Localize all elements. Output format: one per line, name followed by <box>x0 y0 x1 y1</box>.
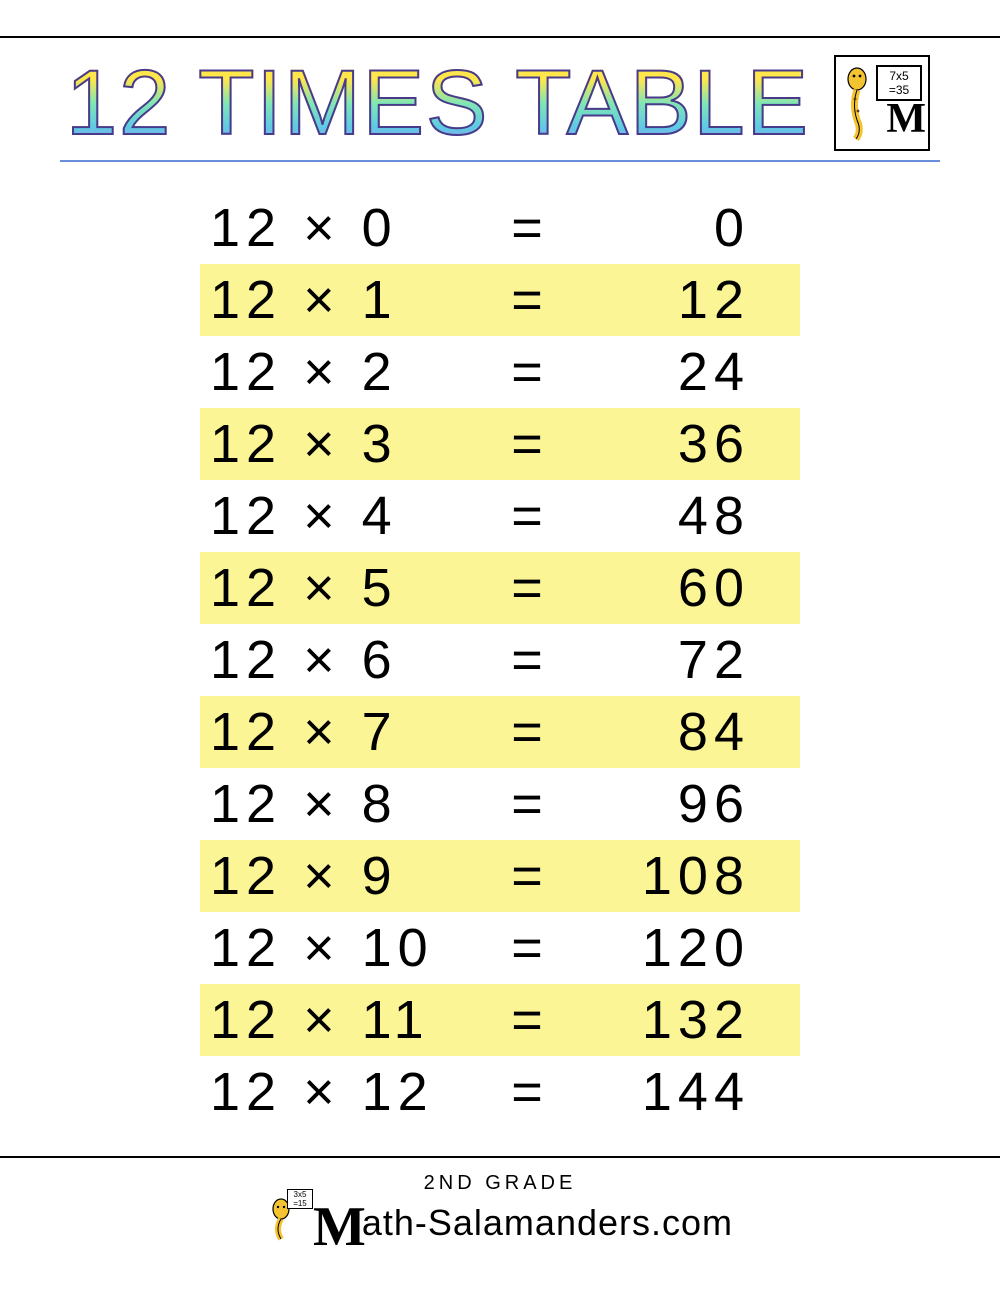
equals-sign: = <box>480 773 580 835</box>
header-underline <box>60 160 940 162</box>
expression: 12 × 7 <box>200 701 480 763</box>
equals-sign: = <box>480 341 580 403</box>
table-row: 12 × 7=84 <box>200 696 800 768</box>
equals-sign: = <box>480 629 580 691</box>
footer-m-icon: M <box>313 1195 356 1259</box>
result: 84 <box>580 701 760 763</box>
top-horizontal-rule <box>0 36 1000 38</box>
table-row: 12 × 5=60 <box>200 552 800 624</box>
result: 24 <box>580 341 760 403</box>
expression: 12 × 6 <box>200 629 480 691</box>
equals-sign: = <box>480 845 580 907</box>
result: 108 <box>580 845 760 907</box>
expression: 12 × 9 <box>200 845 480 907</box>
footer-salamander-icon: 3x5 =15 <box>267 1195 307 1243</box>
table-row: 12 × 3=36 <box>200 408 800 480</box>
result: 144 <box>580 1061 760 1123</box>
footer-brand: 3x5 =15 M ath-Salamanders.com <box>0 1191 1000 1255</box>
header: 12 Times Table 7x5 =35 M <box>60 55 940 152</box>
footer: 2nd Grade 3x5 =15 M ath-Salamanders.com <box>0 1172 1000 1255</box>
times-table: 12 × 0=012 × 1=1212 × 2=2412 × 3=3612 × … <box>200 192 800 1128</box>
equals-sign: = <box>480 557 580 619</box>
equals-sign: = <box>480 413 580 475</box>
expression: 12 × 10 <box>200 917 480 979</box>
bottom-horizontal-rule <box>0 1156 1000 1158</box>
footer-board-text-1: 3x5 <box>294 1190 307 1199</box>
expression: 12 × 11 <box>200 989 480 1051</box>
table-row: 12 × 1=12 <box>200 264 800 336</box>
logo-m-icon: M <box>886 95 918 143</box>
equals-sign: = <box>480 197 580 259</box>
table-row: 12 × 8=96 <box>200 768 800 840</box>
expression: 12 × 1 <box>200 269 480 331</box>
table-row: 12 × 12=144 <box>200 1056 800 1128</box>
equals-sign: = <box>480 1061 580 1123</box>
footer-whiteboard-icon: 3x5 =15 <box>287 1189 313 1209</box>
result: 48 <box>580 485 760 547</box>
equals-sign: = <box>480 269 580 331</box>
expression: 12 × 2 <box>200 341 480 403</box>
expression: 12 × 8 <box>200 773 480 835</box>
result: 72 <box>580 629 760 691</box>
table-row: 12 × 10=120 <box>200 912 800 984</box>
result: 0 <box>580 197 760 259</box>
equals-sign: = <box>480 917 580 979</box>
table-row: 12 × 2=24 <box>200 336 800 408</box>
footer-site-label: ath-Salamanders.com <box>362 1202 733 1244</box>
table-row: 12 × 9=108 <box>200 840 800 912</box>
result: 96 <box>580 773 760 835</box>
footer-board-text-2: =15 <box>293 1199 307 1208</box>
equals-sign: = <box>480 989 580 1051</box>
result: 120 <box>580 917 760 979</box>
result: 36 <box>580 413 760 475</box>
table-row: 12 × 0=0 <box>200 192 800 264</box>
expression: 12 × 3 <box>200 413 480 475</box>
equals-sign: = <box>480 485 580 547</box>
result: 132 <box>580 989 760 1051</box>
brand-logo: 7x5 =35 M <box>834 55 930 151</box>
expression: 12 × 4 <box>200 485 480 547</box>
page-title: 12 Times Table <box>66 55 810 152</box>
result: 12 <box>580 269 760 331</box>
result: 60 <box>580 557 760 619</box>
page-content: 12 Times Table 7x5 =35 M 12 × 0=012 × 1=… <box>0 0 1000 1128</box>
salamander-icon <box>842 65 872 141</box>
expression: 12 × 0 <box>200 197 480 259</box>
table-row: 12 × 6=72 <box>200 624 800 696</box>
expression: 12 × 5 <box>200 557 480 619</box>
expression: 12 × 12 <box>200 1061 480 1123</box>
table-row: 12 × 11=132 <box>200 984 800 1056</box>
board-text-1: 7x5 <box>889 69 908 83</box>
equals-sign: = <box>480 701 580 763</box>
table-row: 12 × 4=48 <box>200 480 800 552</box>
